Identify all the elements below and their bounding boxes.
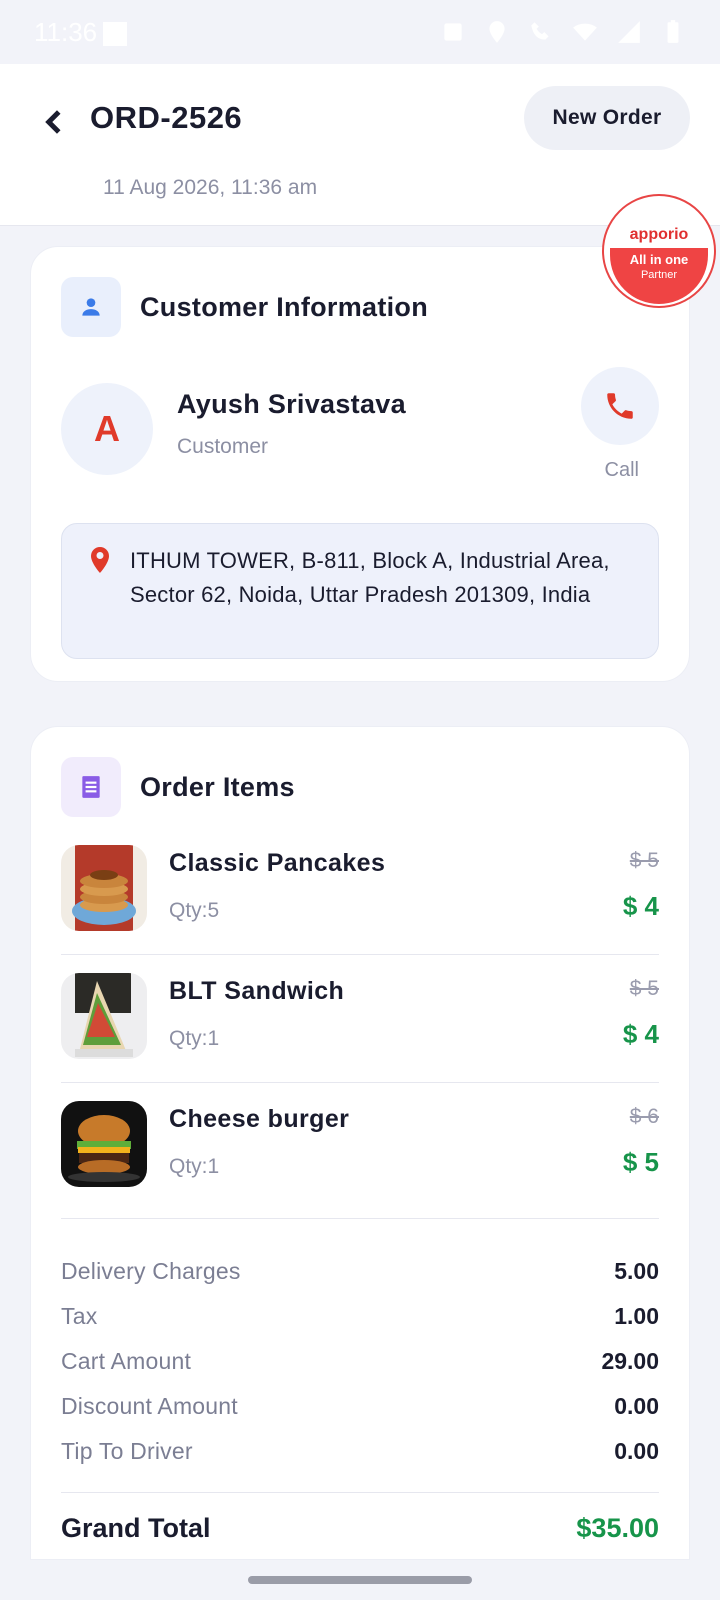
summary-value: 5.00 xyxy=(614,1258,659,1284)
status-bar: 11:36 xyxy=(0,0,720,64)
item-price: $ 4 xyxy=(622,1019,659,1049)
battery-icon xyxy=(667,20,679,43)
call-label: Call xyxy=(604,459,639,481)
grand-total-label: Grand Total xyxy=(61,1513,211,1543)
summary-value: 0.00 xyxy=(614,1393,659,1419)
address-text: ITHUM TOWER, B-811, Block A, Industrial … xyxy=(130,548,610,607)
customer-section-title: Customer Information xyxy=(140,291,429,322)
gesture-nav-bar[interactable] xyxy=(248,1576,472,1584)
wifi-call-icon xyxy=(531,22,549,40)
call-button[interactable] xyxy=(581,367,659,445)
status-time: 11:36 xyxy=(34,16,98,47)
address-box: ITHUM TOWER, B-811, Block A, Industrial … xyxy=(61,523,659,659)
summary-row-tax: Tax 1.00 xyxy=(61,1294,659,1339)
notification-icon xyxy=(103,21,128,46)
summary-value: 0.00 xyxy=(614,1438,659,1464)
partner-badge[interactable]: apporio All in one Partner xyxy=(602,194,716,308)
pancakes-image xyxy=(61,845,147,931)
summary-value: 1.00 xyxy=(614,1303,659,1329)
item-qty: Qty:1 xyxy=(169,1027,220,1050)
summary-row-discount: Discount Amount 0.00 xyxy=(61,1384,659,1429)
order-date: 11 Aug 2026, 11:36 am xyxy=(103,176,318,199)
arrow-left-icon xyxy=(45,110,61,134)
location-icon xyxy=(489,21,505,43)
avatar: A xyxy=(61,383,153,475)
nfc-icon xyxy=(444,23,462,41)
item-original-price: $ 6 xyxy=(629,1105,659,1128)
signal-icon xyxy=(618,21,640,43)
item-name: Cheese burger xyxy=(169,1105,350,1133)
item-original-price: $ 5 xyxy=(629,849,659,872)
item-price: $ 5 xyxy=(622,1147,659,1177)
grand-total-value: $35.00 xyxy=(576,1513,659,1543)
badge-brand: apporio xyxy=(629,226,689,243)
summary-label: Discount Amount xyxy=(61,1393,238,1419)
page-title: ORD-2526 xyxy=(90,100,243,135)
grand-total-row: Grand Total $35.00 xyxy=(61,1513,659,1544)
item-qty: Qty:1 xyxy=(169,1155,220,1178)
summary-label: Cart Amount xyxy=(61,1348,192,1374)
list-item[interactable]: Cheese burger Qty:1 $ 6 $ 5 xyxy=(61,1083,659,1219)
order-items-card: Order Items Classic Pancakes Qty:5 $ 5 $… xyxy=(30,726,690,1560)
summary-row-delivery: Delivery Charges 5.00 xyxy=(61,1249,659,1294)
order-items-header: Order Items xyxy=(61,757,659,817)
price-summary: Delivery Charges 5.00 Tax 1.00 Cart Amou… xyxy=(61,1249,659,1544)
status-time-group: 11:36 xyxy=(34,16,128,48)
app-header: ORD-2526 11 Aug 2026, 11:36 am New Order xyxy=(0,64,720,226)
summary-row-tip: Tip To Driver 0.00 xyxy=(61,1429,659,1474)
badge-line1: All in one xyxy=(629,252,689,267)
item-name: BLT Sandwich xyxy=(169,977,345,1005)
divider xyxy=(61,1492,659,1493)
list-item[interactable]: Classic Pancakes Qty:5 $ 5 $ 4 xyxy=(61,827,659,955)
item-name: Classic Pancakes xyxy=(169,849,386,877)
summary-label: Tip To Driver xyxy=(61,1438,193,1464)
back-button[interactable] xyxy=(30,94,80,150)
summary-label: Tax xyxy=(61,1303,98,1329)
sandwich-image xyxy=(61,973,147,1059)
badge-banner: All in one Partner xyxy=(610,248,708,304)
badge-line2: Partner xyxy=(640,269,678,281)
customer-name: Ayush Srivastava xyxy=(177,389,406,419)
summary-label: Delivery Charges xyxy=(61,1258,241,1284)
wifi-icon xyxy=(573,23,597,41)
item-qty: Qty:5 xyxy=(169,899,220,922)
location-pin-icon xyxy=(91,547,109,573)
item-original-price: $ 5 xyxy=(629,977,659,1000)
person-icon xyxy=(61,277,121,337)
customer-role: Customer xyxy=(177,435,269,458)
customer-info-card: Customer Information A Ayush Srivastava … xyxy=(30,246,690,682)
customer-card-header: Customer Information xyxy=(61,277,659,337)
summary-row-cart: Cart Amount 29.00 xyxy=(61,1339,659,1384)
customer-row: A Ayush Srivastava Customer Call xyxy=(61,367,659,517)
status-icons xyxy=(440,19,686,45)
item-price: $ 4 xyxy=(622,891,659,921)
summary-value: 29.00 xyxy=(601,1348,659,1374)
phone-icon xyxy=(607,393,633,419)
new-order-button[interactable]: New Order xyxy=(524,86,690,150)
list-item[interactable]: BLT Sandwich Qty:1 $ 5 $ 4 xyxy=(61,955,659,1083)
burger-image xyxy=(61,1101,147,1187)
receipt-icon xyxy=(61,757,121,817)
order-items-title: Order Items xyxy=(140,771,295,802)
